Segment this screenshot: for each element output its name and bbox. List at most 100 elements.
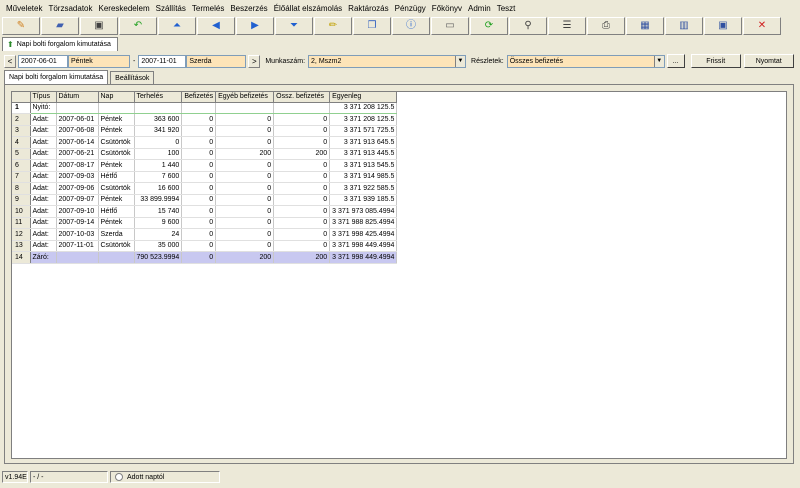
column-header[interactable]: Dátum	[56, 92, 99, 103]
refresh-icon: ⟳	[484, 20, 494, 31]
table-row[interactable]: 12 Adat: 2007-10-03 Szerda 24 0 0 0 3 371 998 42…	[12, 228, 398, 241]
from-date-option[interactable]: Adott naptól	[110, 471, 220, 483]
tab-report[interactable]: Napi bolti forgalom kimutatása	[4, 70, 109, 84]
munkaszam-select[interactable]: 2, Mszm2 ▼	[308, 54, 467, 68]
data-grid[interactable]: Típus Dátum Nap Terhelés Befizetés Egyéb befi…	[11, 91, 787, 459]
menu-item-11[interactable]: Teszt	[494, 4, 519, 13]
column-header[interactable]: Egyenleg	[329, 92, 398, 103]
table-row[interactable]: 7 Adat: 2007-09-03 Hétfő 7 600 0 0 0 3 371 914 9…	[12, 171, 398, 183]
new-button[interactable]: ✎	[2, 17, 40, 35]
table-row[interactable]: 4 Adat: 2007-06-14 Csütörtök 0 0 0 0 3 371 913 6…	[12, 136, 398, 149]
table-cell: 2007-06-08	[56, 125, 99, 137]
refresh-button[interactable]: ⟳	[470, 17, 508, 35]
row-number[interactable]: 3	[12, 125, 31, 137]
table-row[interactable]: 6 Adat: 2007-08-17 Péntek 1 440 0 0 0 3 371 913 …	[12, 159, 398, 172]
row-number[interactable]: 11	[12, 217, 31, 229]
window-button[interactable]: ▭	[431, 17, 469, 35]
last-record-button[interactable]: ⏷	[275, 17, 313, 35]
previous-record-button[interactable]: ◀	[197, 17, 235, 35]
radio-button[interactable]	[115, 473, 123, 481]
document-tab[interactable]: ⬆ Napi bolti forgalom kimutatása	[2, 37, 118, 51]
copy-icon: ❐	[367, 20, 377, 31]
table-cell: 2007-09-14	[56, 217, 99, 229]
menu-item-0[interactable]: Műveletek	[3, 4, 45, 13]
menu-item-2[interactable]: Kereskedelem	[96, 4, 153, 13]
table-cell: Hétfő	[98, 171, 135, 183]
table-row[interactable]: 14 Záró: 790 523.9994 0 200 200 3 371 998 449.…	[12, 251, 398, 264]
row-number[interactable]: 4	[12, 136, 31, 149]
row-number[interactable]: 6	[12, 159, 31, 172]
menu-item-9[interactable]: Főkönyv	[429, 4, 465, 13]
menu-item-5[interactable]: Beszerzés	[227, 4, 270, 13]
tab-settings[interactable]: Beállítások	[110, 71, 155, 84]
copy-button[interactable]: ❐	[353, 17, 391, 35]
grid-button[interactable]: ▦	[626, 17, 664, 35]
refresh-button[interactable]: Frissít	[690, 54, 741, 68]
row-number[interactable]: 13	[12, 240, 31, 252]
menu-item-6[interactable]: Élőállat elszámolás	[271, 4, 345, 13]
column-header[interactable]: Egyéb befizetés	[215, 92, 275, 103]
column-header[interactable]: Befizetés	[181, 92, 217, 103]
table-cell: 0	[181, 240, 217, 252]
close-button[interactable]: ✕	[743, 17, 781, 35]
table-cell: 2007-11-01	[56, 240, 99, 252]
column-header[interactable]: Nap	[98, 92, 135, 103]
print-button[interactable]: Nyomtat	[743, 54, 794, 68]
row-number[interactable]: 1	[12, 102, 31, 114]
row-number[interactable]: 9	[12, 194, 31, 206]
info-button[interactable]: ⓘ	[392, 17, 430, 35]
save-button[interactable]: ▣	[80, 17, 118, 35]
menu-item-4[interactable]: Termelés	[189, 4, 227, 13]
chevron-down-icon[interactable]: ▼	[455, 55, 466, 67]
table-cell: 0	[181, 251, 217, 264]
menu-item-1[interactable]: Törzsadatok	[45, 4, 95, 13]
first-record-button[interactable]: ⏶	[158, 17, 196, 35]
row-number[interactable]: 5	[12, 148, 31, 160]
menu-item-3[interactable]: Szállítás	[153, 4, 189, 13]
previous-period-button[interactable]: <	[4, 54, 16, 68]
table-cell: 2007-09-07	[56, 194, 99, 206]
date-range-separator: -	[133, 57, 136, 65]
menu-item-10[interactable]: Admin	[465, 4, 494, 13]
table-row[interactable]: 11 Adat: 2007-09-14 Péntek 9 600 0 0 0 3 371 988…	[12, 217, 398, 229]
tiles-button[interactable]: ▣	[704, 17, 742, 35]
table-row[interactable]: 1 Nyitó: 3 371 208 125.5	[12, 102, 398, 114]
table-cell: Péntek	[98, 194, 135, 206]
search-button[interactable]: ⚲	[509, 17, 547, 35]
table-cell: 3 371 939 185.5	[329, 194, 398, 206]
next-record-button[interactable]: ▶	[236, 17, 274, 35]
table-button[interactable]: ▥	[665, 17, 703, 35]
table-row[interactable]: 13 Adat: 2007-11-01 Csütörtök 35 000 0 0 0 3 371…	[12, 240, 398, 252]
column-header[interactable]: Típus	[30, 92, 57, 103]
open-folder-button[interactable]: ▰	[41, 17, 79, 35]
table-row[interactable]: 9 Adat: 2007-09-07 Péntek 33 899.9994 0 0 0 3 37…	[12, 194, 398, 206]
table-row[interactable]: 2 Adat: 2007-06-01 Péntek 363 600 0 0 0 3 371 20…	[12, 113, 398, 126]
menu-item-7[interactable]: Raktározás	[345, 4, 391, 13]
row-number[interactable]: 14	[12, 251, 31, 264]
reszletek-select[interactable]: Összes befizetés ▼	[506, 54, 665, 68]
chevron-down-icon[interactable]: ▼	[653, 55, 664, 67]
row-number[interactable]: 10	[12, 205, 31, 218]
table-row[interactable]: 8 Adat: 2007-09-06 Csütörtök 16 600 0 0 0 3 371 …	[12, 182, 398, 195]
row-number[interactable]: 2	[12, 113, 31, 126]
column-header[interactable]: Össz. befizetés	[273, 92, 331, 103]
menu-item-8[interactable]: Pénzügy	[392, 4, 429, 13]
row-number[interactable]: 7	[12, 171, 31, 183]
table-cell: 2007-08-17	[56, 159, 99, 172]
print-button[interactable]: ⎙	[587, 17, 625, 35]
first-record-icon: ⏶	[173, 20, 181, 31]
undo-button[interactable]: ↶	[119, 17, 157, 35]
date-to-field[interactable]: 2007-11-01	[138, 54, 187, 68]
more-options-button[interactable]: ...	[666, 54, 685, 68]
edit-button[interactable]: ✏	[314, 17, 352, 35]
next-period-button[interactable]: >	[248, 54, 261, 68]
list-button[interactable]: ☰	[548, 17, 586, 35]
table-row[interactable]: 5 Adat: 2007-06-21 Csütörtök 100 0 200 200 3 371…	[12, 148, 398, 160]
date-from-field[interactable]: 2007-06-01	[18, 54, 68, 68]
row-number[interactable]: 8	[12, 182, 31, 195]
table-cell: 35 000	[134, 240, 183, 252]
table-row[interactable]: 10 Adat: 2007-09-10 Hétfő 15 740 0 0 0 3 371 973…	[12, 205, 398, 218]
table-row[interactable]: 3 Adat: 2007-06-08 Péntek 341 920 0 0 0 3 371 57…	[12, 125, 398, 137]
column-header[interactable]: Terhelés	[134, 92, 183, 103]
row-number[interactable]: 12	[12, 228, 31, 241]
